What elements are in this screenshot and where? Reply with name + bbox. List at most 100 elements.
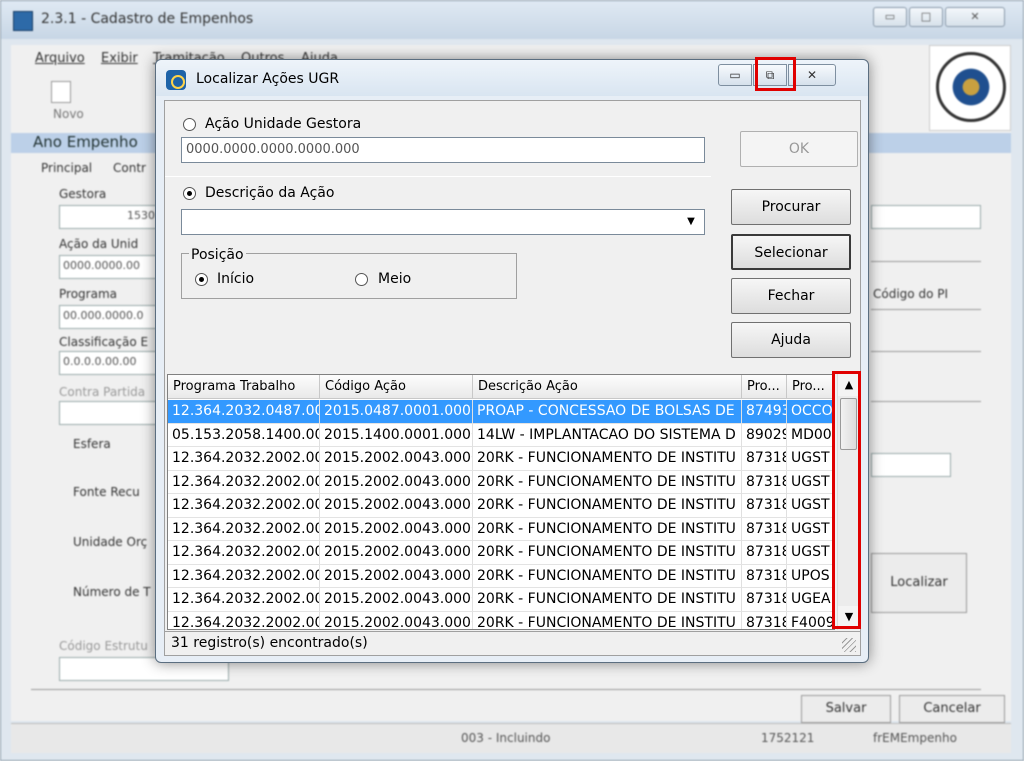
- programa-field[interactable]: 00.000.0000.0: [59, 305, 159, 329]
- label-esfera: Esfera: [73, 437, 111, 451]
- localizar-acoes-dialog: Localizar Ações UGR ▭ ⧉ ✕ Ação Unidade G…: [155, 59, 869, 663]
- localizar-button[interactable]: Localizar: [871, 553, 967, 613]
- cell-descricao-acao: 20RK - FUNCIONAMENTO DE INSTITU: [473, 588, 742, 611]
- table-row[interactable]: 12.364.2032.2002.004 2015.2002.0043.0000 2…: [168, 470, 834, 494]
- label-numero: Número de T: [73, 585, 151, 599]
- menu-exibir[interactable]: Exibir: [101, 51, 138, 66]
- fechar-button[interactable]: Fechar: [731, 278, 851, 314]
- radio-descricao-label: Descrição da Ação: [205, 185, 335, 201]
- divider: [31, 689, 981, 690]
- table-row[interactable]: 12.364.2032.2002.004 2015.2002.0043.0000 2…: [168, 541, 834, 565]
- col-descricao-acao[interactable]: Descrição Ação: [473, 375, 742, 399]
- procurar-button[interactable]: Procurar: [731, 189, 851, 225]
- cell-pro-2: UGST: [787, 494, 834, 517]
- ajuda-button[interactable]: Ajuda: [731, 322, 851, 358]
- cancelar-button[interactable]: Cancelar: [899, 695, 1005, 723]
- cell-codigo-acao: 2015.2002.0043.0000: [320, 447, 473, 470]
- gestora-field[interactable]: 1530: [59, 205, 159, 229]
- minimize-button[interactable]: ▭: [718, 64, 752, 86]
- cell-pro-1: 87318: [742, 447, 787, 470]
- label-classificacao: Classificação E: [59, 335, 149, 349]
- divider: [871, 401, 981, 402]
- acoes-grid[interactable]: Programa Trabalho Código Ação Descrição …: [167, 374, 835, 630]
- cell-codigo-acao: 2015.0487.0001.0000: [320, 400, 473, 423]
- cell-programa-trabalho: 12.364.2032.2002.004: [168, 447, 320, 470]
- dialog-client-area: Ação Unidade Gestora 0000.0000.0000.0000…: [164, 100, 861, 656]
- cell-descricao-acao: 20RK - FUNCIONAMENTO DE INSTITU: [473, 611, 742, 629]
- contra-partida-field[interactable]: [59, 401, 159, 425]
- salvar-button[interactable]: Salvar: [801, 695, 891, 723]
- cell-programa-trabalho: 12.364.2032.2002.004: [168, 611, 320, 629]
- chevron-down-icon[interactable]: ▼: [679, 211, 703, 233]
- cell-descricao-acao: 20RK - FUNCIONAMENTO DE INSTITU: [473, 470, 742, 494]
- label-acao: Ação da Unid: [59, 237, 139, 251]
- col-codigo-acao[interactable]: Código Ação: [320, 375, 473, 399]
- cell-programa-trabalho: 05.153.2058.1400.000: [168, 423, 320, 447]
- cell-codigo-acao: 2015.2002.0043.0000: [320, 470, 473, 494]
- table-row[interactable]: 12.364.2032.2002.004 2015.2002.0043.0000 2…: [168, 447, 834, 471]
- highlight-scrollbar: [832, 371, 861, 629]
- dialog-status-bar: 31 registro(s) encontrado(s): [165, 631, 860, 655]
- search-field-right[interactable]: [871, 205, 981, 229]
- cell-pro-1: 87318: [742, 588, 787, 611]
- ok-button[interactable]: OK: [740, 131, 858, 167]
- dialog-app-icon: [166, 70, 186, 90]
- col-pro-1[interactable]: Pro...: [742, 375, 787, 399]
- cell-codigo-acao: 2015.2002.0043.0000: [320, 588, 473, 611]
- radio-descricao-acao[interactable]: [183, 187, 196, 200]
- cell-descricao-acao: 20RK - FUNCIONAMENTO DE INSTITU: [473, 541, 742, 564]
- background-status-bar: 003 - Incluindo 1752121 frEMEmpenho: [11, 723, 1011, 753]
- tab-principal[interactable]: Principal: [41, 161, 92, 175]
- cell-pro-2: MD00: [787, 424, 834, 447]
- selecionar-button[interactable]: Selecionar: [731, 234, 851, 270]
- label-programa: Programa: [59, 287, 117, 301]
- cell-pro-2: UGST: [787, 541, 834, 564]
- acao-field[interactable]: 0000.0000.00: [59, 255, 159, 279]
- descricao-combo[interactable]: [181, 209, 705, 235]
- label-unidade: Unidade Orç: [73, 535, 148, 549]
- table-row[interactable]: 12.364.2032.2002.004 2015.2002.0043.0000 2…: [168, 588, 834, 612]
- new-document-icon: [51, 81, 71, 103]
- bg-close-button[interactable]: ✕: [945, 7, 1005, 27]
- cell-pro-2: UGEA: [787, 588, 834, 611]
- bg-minimize-button[interactable]: ▭: [873, 7, 907, 27]
- background-title-bar: 2.3.1 - Cadastro de Empenhos ▭ □ ✕: [1, 1, 1023, 39]
- cell-programa-trabalho: 12.364.2032.2002.004: [168, 517, 320, 541]
- table-row[interactable]: 12.364.2032.2002.004 2015.2002.0043.0000 2…: [168, 611, 834, 629]
- divider: [871, 309, 981, 310]
- cell-descricao-acao: PROAP - CONCESSAO DE BOLSAS DE: [473, 400, 742, 423]
- divider: [871, 351, 981, 352]
- esfera-combo[interactable]: [871, 453, 951, 477]
- radio-meio[interactable]: [355, 273, 368, 286]
- records-found-text: 31 registro(s) encontrado(s): [171, 635, 368, 651]
- toolbar-new-button[interactable]: Novo: [53, 107, 84, 121]
- cell-pro-2: UGST: [787, 447, 834, 470]
- bg-maximize-button[interactable]: □: [909, 7, 943, 27]
- label-codigo-pi: Código do PI: [873, 287, 948, 301]
- table-row[interactable]: 12.364.2032.0487.000 2015.0487.0001.0000 P…: [168, 400, 834, 424]
- label-gestora: Gestora: [59, 187, 107, 201]
- col-pro-2[interactable]: Pro...: [787, 375, 834, 399]
- table-row[interactable]: 12.364.2032.2002.004 2015.2002.0043.0000 2…: [168, 494, 834, 518]
- cell-descricao-acao: 20RK - FUNCIONAMENTO DE INSTITU: [473, 517, 742, 541]
- tab-contr[interactable]: Contr: [113, 161, 146, 175]
- label-codigo-estrutura: Código Estrutu: [59, 639, 148, 653]
- classificacao-field[interactable]: 0.0.0.0.00.00: [59, 351, 159, 375]
- radio-inicio[interactable]: [195, 273, 208, 286]
- cell-codigo-acao: 2015.2002.0043.0000: [320, 564, 473, 588]
- radio-acao-unidade[interactable]: [183, 118, 196, 131]
- cell-pro-1: 87318: [742, 517, 787, 541]
- menu-arquivo[interactable]: Arquivo: [35, 51, 85, 66]
- cell-codigo-acao: 2015.2002.0043.0000: [320, 494, 473, 517]
- acao-unidade-input[interactable]: 0000.0000.0000.0000.000: [181, 137, 705, 163]
- cell-descricao-acao: 20RK - FUNCIONAMENTO DE INSTITU: [473, 564, 742, 588]
- table-row[interactable]: 05.153.2058.1400.000 2015.1400.0001.0000 1…: [168, 423, 834, 447]
- table-row[interactable]: 12.364.2032.2002.004 2015.2002.0043.0000 2…: [168, 517, 834, 541]
- grid-header: Programa Trabalho Código Ação Descrição …: [168, 375, 834, 399]
- university-logo: [929, 45, 1011, 131]
- resize-grip-icon[interactable]: [842, 638, 856, 652]
- table-row[interactable]: 12.364.2032.2002.004 2015.2002.0043.0000 2…: [168, 564, 834, 588]
- background-window-title: 2.3.1 - Cadastro de Empenhos: [41, 11, 254, 27]
- cell-codigo-acao: 2015.2002.0043.0000: [320, 541, 473, 564]
- col-programa-trabalho[interactable]: Programa Trabalho: [168, 375, 320, 399]
